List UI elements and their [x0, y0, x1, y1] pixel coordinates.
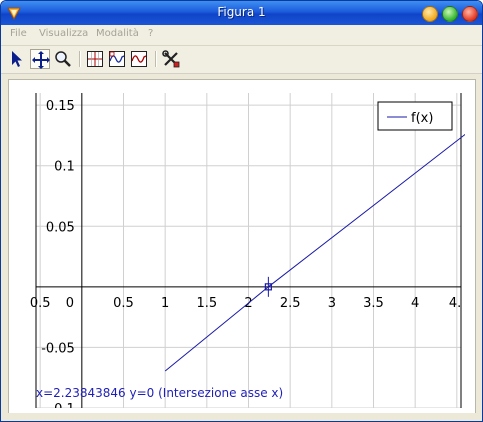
minimize-button[interactable] [422, 6, 438, 22]
arrow-pointer-icon [12, 51, 22, 67]
toolbar-separator [155, 51, 157, 67]
function-plot[interactable]: 0.500.511.522.533.544.0.150.10.05-0.05-0… [25, 93, 465, 408]
plot-canvas[interactable]: 0.500.511.522.533.544.0.150.10.05-0.05-0… [8, 79, 476, 414]
grid-toggle-button[interactable] [85, 49, 105, 69]
window-footer [1, 413, 482, 421]
wave-plot-icon [109, 51, 125, 67]
plot-options-button[interactable] [107, 49, 127, 69]
tools-icon [162, 50, 180, 68]
y-tick-label: 0.15 [46, 99, 75, 114]
y-tick-label: 0.05 [46, 220, 75, 235]
title-bar[interactable]: Figura 1 [1, 1, 482, 25]
maximize-button[interactable] [442, 6, 458, 22]
menu-file[interactable]: File [10, 28, 27, 39]
legend-label: f(x) [411, 111, 433, 126]
x-tick-label: 1 [161, 296, 169, 311]
y-tick-label: -0.1 [49, 402, 74, 408]
close-button[interactable] [462, 6, 478, 22]
menu-visualizza[interactable]: Visualizza [39, 28, 88, 39]
magnifier-icon [55, 51, 71, 67]
plot-style-button[interactable] [129, 49, 149, 69]
x-tick-label: 2.5 [280, 296, 301, 311]
figure-window: Figura 1 File Visualizza Modalità ? 0.5 … [0, 0, 483, 422]
pan-tool-button[interactable] [30, 49, 50, 69]
y-tick-label: 0.1 [54, 160, 75, 175]
y-tick-label: -0.05 [41, 341, 75, 356]
series-line-f [164, 134, 465, 372]
zoom-tool-button[interactable] [53, 49, 73, 69]
x-tick-label: 3.5 [363, 296, 384, 311]
cursor-readout: x=2.23843846 y=0 (Intersezione asse x) [36, 386, 283, 400]
x-tick-label: 3 [328, 296, 336, 311]
x-tick-label: 0.5 [113, 296, 134, 311]
wave-box-icon [131, 51, 147, 67]
x-tick-label: 4 [411, 296, 419, 311]
menu-modalita[interactable]: Modalità [96, 28, 139, 39]
toolbar-separator [79, 51, 81, 67]
grid-icon [87, 51, 103, 67]
toolbar [1, 46, 482, 74]
settings-button[interactable] [161, 49, 181, 69]
move-arrows-icon [32, 51, 50, 69]
x-tick-label: 0.5 [30, 296, 51, 311]
x-tick-label: 1.5 [196, 296, 217, 311]
pointer-tool-button[interactable] [7, 49, 27, 69]
x-tick-label: 0 [66, 296, 74, 311]
window-title: Figura 1 [217, 5, 266, 19]
x-tick-label: 4. [449, 296, 461, 311]
menu-help[interactable]: ? [148, 28, 153, 39]
menu-bar: File Visualizza Modalità ? [1, 25, 482, 46]
